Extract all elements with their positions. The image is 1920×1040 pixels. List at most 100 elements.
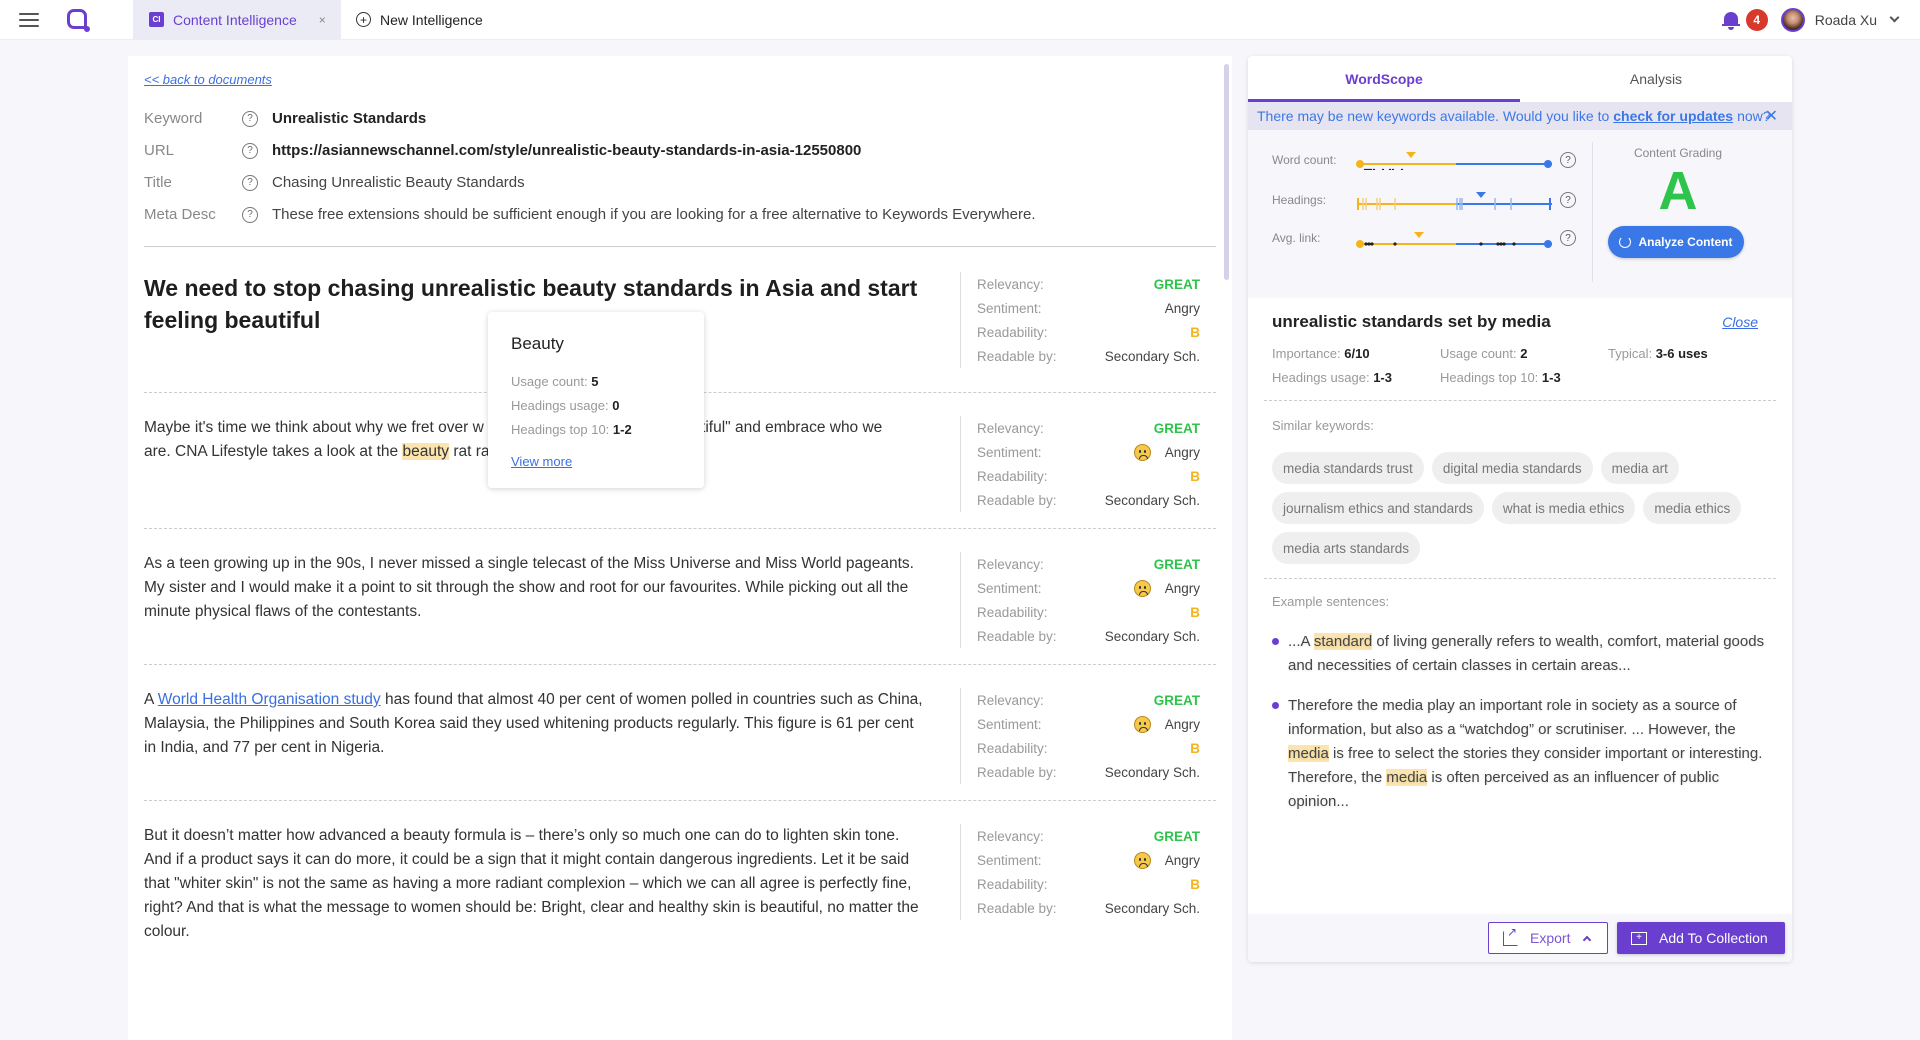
position-marker [1476,192,1486,198]
scrollbar[interactable] [1224,64,1229,280]
url-value: https://asiannewschannel.com/style/unrea… [272,142,862,159]
highlighted-keyword: standard [1313,633,1373,650]
relevancy-label: Relevancy: [977,556,1044,572]
text-fragment: A [144,691,158,708]
help-icon[interactable]: ? [1560,152,1576,168]
user-name[interactable]: Roada Xu [1815,12,1877,28]
help-icon[interactable]: ? [242,174,258,191]
readable-by-label: Readable by: [977,492,1057,508]
meta-desc-value: These free extensions should be sufficie… [272,206,1036,223]
metrics-area: Word count: ? Headings: ? Avg. link: ? C… [1248,130,1792,298]
notification-count-badge[interactable]: 4 [1745,8,1768,31]
meta-keyword-row: Keyword ? Unrealistic Standards [144,110,426,127]
bell-icon[interactable] [1721,10,1740,30]
back-to-documents-link[interactable]: << back to documents [144,72,272,87]
highlighted-keyword: media [1386,769,1428,786]
keyword-chip[interactable]: media art [1600,452,1679,484]
button-label: Analyze Content [1638,235,1733,249]
readable-by-label: Readable by: [977,628,1057,644]
competitor-dots [1363,168,1404,170]
tooltip-usage: Usage count: 5 [511,374,681,398]
readable-by-value: Secondary Sch. [1104,900,1200,916]
who-study-link[interactable]: World Health Organisation study [158,691,381,708]
readable-by-value: Secondary Sch. [1104,492,1200,508]
top10-stat: Headings top 10: 1-3 [1440,370,1561,385]
readability-label: Readability: [977,324,1048,340]
stat-label: Usage count: [1440,346,1521,361]
close-icon[interactable]: ✕ [1765,106,1778,126]
section-stats: Relevancy: GREAT Sentiment: Angry Readabil… [960,416,1200,512]
keyword-chip[interactable]: media arts standards [1272,532,1421,564]
tab-wordscope[interactable]: WordScope [1248,56,1520,102]
keyword-chip[interactable]: media standards trust [1272,452,1424,484]
relevancy-value: GREAT [1153,556,1200,572]
menu-icon[interactable] [19,12,39,27]
text-fragment: rat ra [449,443,490,460]
stat-value: 1-3 [1541,370,1561,385]
tab-analysis[interactable]: Analysis [1520,56,1792,102]
analyze-content-button[interactable]: Analyze Content [1608,226,1744,258]
headings-range [1357,192,1552,210]
folder-plus-icon: + [1631,931,1647,945]
help-icon[interactable]: ? [242,206,258,223]
angry-face-icon [1133,851,1151,869]
angry-face-icon [1133,443,1151,461]
keyword-chip[interactable]: media ethics [1643,492,1742,524]
chevron-up-icon[interactable] [1583,935,1592,945]
stat-value: 6/10 [1344,346,1370,361]
tab-close-icon[interactable]: × [319,13,326,27]
notice-text: There may be new keywords available. Wou… [1257,108,1610,124]
sentiment-value: Angry [1164,444,1200,460]
ci-badge-icon: CI [149,12,164,27]
app-logo[interactable] [67,8,90,32]
readable-by-label: Readable by: [977,900,1057,916]
relevancy-label: Relevancy: [977,828,1044,844]
keyword-chip[interactable]: journalism ethics and standards [1272,492,1484,524]
keyword-chip[interactable]: digital media standards [1431,452,1593,484]
help-icon[interactable]: ? [1560,192,1576,208]
content-grading: Content Grading A Analyze Content [1592,142,1792,282]
readable-by-label: Readable by: [977,348,1057,364]
button-label: Export [1530,930,1571,946]
typical-stat: Typical: 3-6 uses [1608,346,1708,361]
paragraph: A World Health Organisation study has fo… [144,688,929,760]
tooltip-label: Headings usage: [511,398,613,413]
relevancy-value: GREAT [1153,276,1200,292]
avatar[interactable] [1780,7,1805,32]
metric-label: Avg. link: [1272,231,1321,245]
panel-footer: Export + Add To Collection [1248,914,1792,962]
tooltip-headings: Headings usage: 0 [511,398,681,422]
chevron-down-icon[interactable] [1889,12,1900,23]
sentiment-label: Sentiment: [977,852,1042,868]
sentiment-label: Sentiment: [977,580,1042,596]
update-notice: There may be new keywords available. Wou… [1248,102,1792,130]
text-fragment: Maybe it's time we think about why we fr… [144,419,484,436]
example-sentences: ...A standard of living generally refers… [1272,630,1772,830]
range-start-dot [1356,160,1364,168]
view-more-link[interactable]: View more [511,454,681,469]
meta-label: Keyword [144,110,203,127]
tooltip-top10: Headings top 10: 1-2 [511,422,681,446]
keyword-chip[interactable]: what is media ethics [1491,492,1636,524]
close-link[interactable]: Close [1722,314,1758,330]
content-section: But it doesn’t matter how advanced a bea… [144,824,1216,954]
stat-label: Headings top 10: [1440,370,1542,385]
highlighted-keyword[interactable]: beauty [402,443,450,460]
help-icon[interactable]: ? [1560,230,1576,246]
tooltip-value: 5 [591,374,599,389]
export-button[interactable]: Export [1488,922,1608,954]
check-updates-link[interactable]: check for updates [1613,108,1733,124]
readability-label: Readability: [977,740,1048,756]
tab-content-intelligence[interactable]: CI Content Intelligence × [133,0,341,40]
tab-new-intelligence[interactable]: + New Intelligence [356,12,483,28]
relevancy-label: Relevancy: [977,420,1044,436]
section-stats: Relevancy: GREAT Sentiment: Angry Readabil… [960,824,1200,920]
help-icon[interactable]: ? [242,110,258,127]
add-to-collection-button[interactable]: + Add To Collection [1617,922,1785,954]
keyword-value: Unrealistic Standards [272,110,427,127]
meta-url-row: URL ? https://asiannewschannel.com/style… [144,142,861,159]
divider [144,246,1216,247]
highlighted-keyword: media [1288,745,1329,762]
help-icon[interactable]: ? [242,142,258,159]
sentiment-value: Angry [1164,580,1200,596]
